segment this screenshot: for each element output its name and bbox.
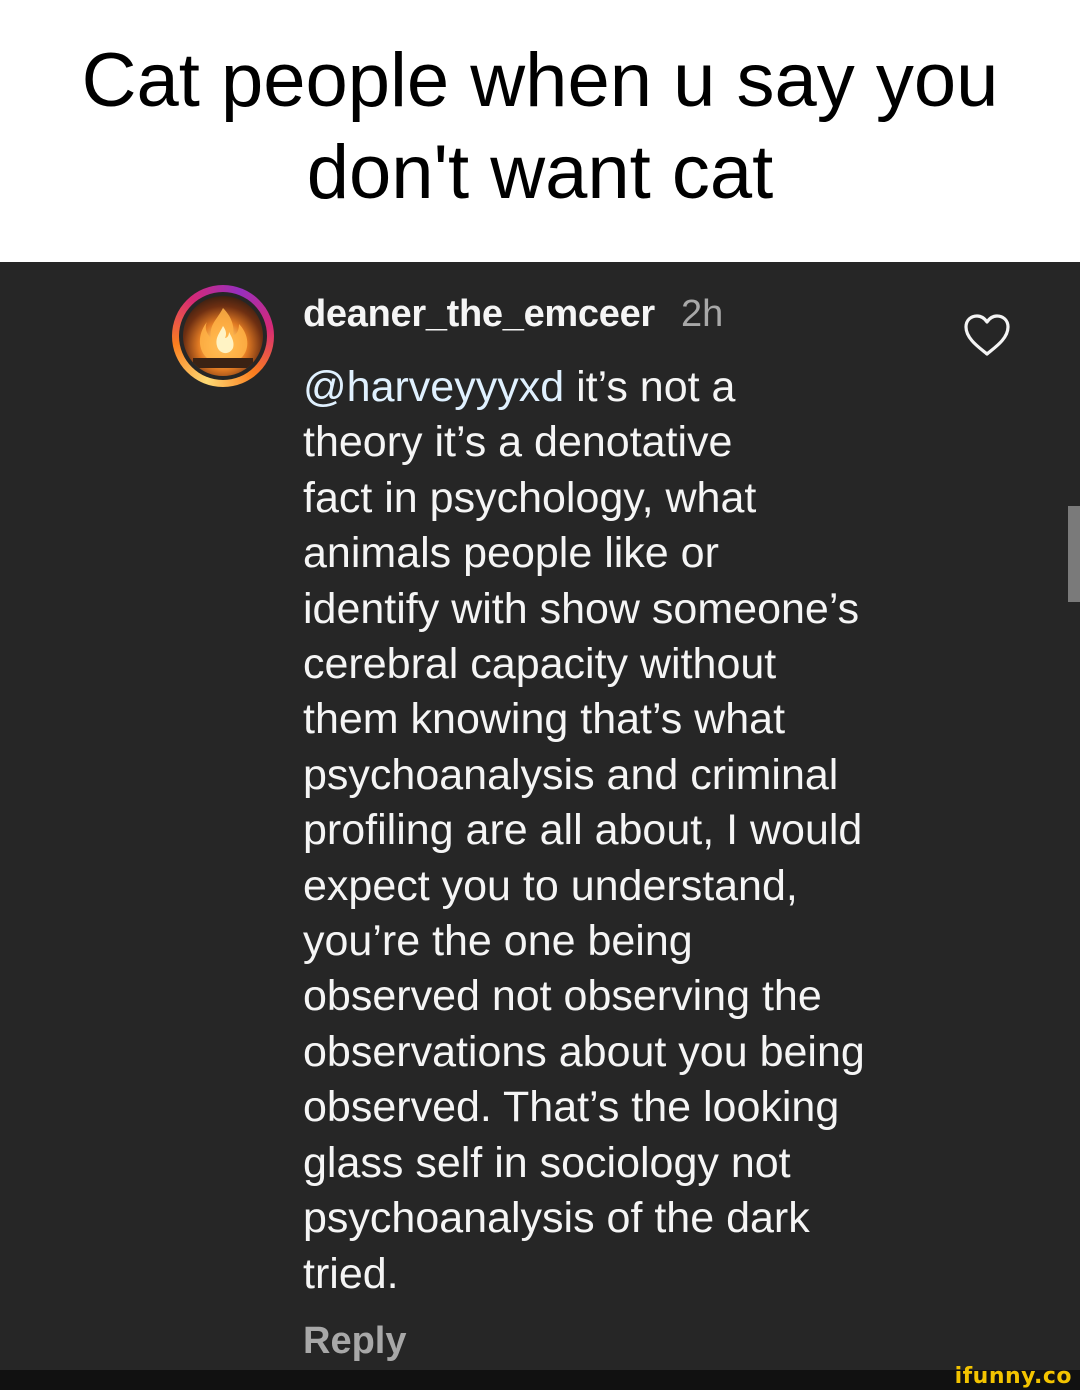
ifunny-watermark: ifunny.co xyxy=(954,1364,1072,1389)
bottom-bar xyxy=(0,1370,1080,1390)
fire-icon xyxy=(193,308,253,368)
scrollbar-thumb[interactable] xyxy=(1068,506,1080,602)
comment-username[interactable]: deaner_the_emceer xyxy=(303,293,655,336)
comment-timestamp: 2h xyxy=(681,293,724,335)
avatar[interactable] xyxy=(172,285,274,387)
meme-caption: Cat people when u say you don't want cat xyxy=(0,0,1080,262)
avatar-ring-gap xyxy=(179,292,267,380)
comment-text: @harveyyyxd it’s not a theory it’s a den… xyxy=(303,360,943,1302)
avatar-photo xyxy=(183,296,263,376)
reply-button[interactable]: Reply xyxy=(303,1320,406,1363)
mention-link[interactable]: @harveyyyxd xyxy=(303,363,564,411)
like-button[interactable] xyxy=(962,312,1012,358)
heart-outline-icon xyxy=(964,314,1010,356)
caption-text: Cat people when u say you don't want cat xyxy=(81,38,999,215)
comment-body: it’s not a theory it’s a denotative fact… xyxy=(303,363,865,1298)
